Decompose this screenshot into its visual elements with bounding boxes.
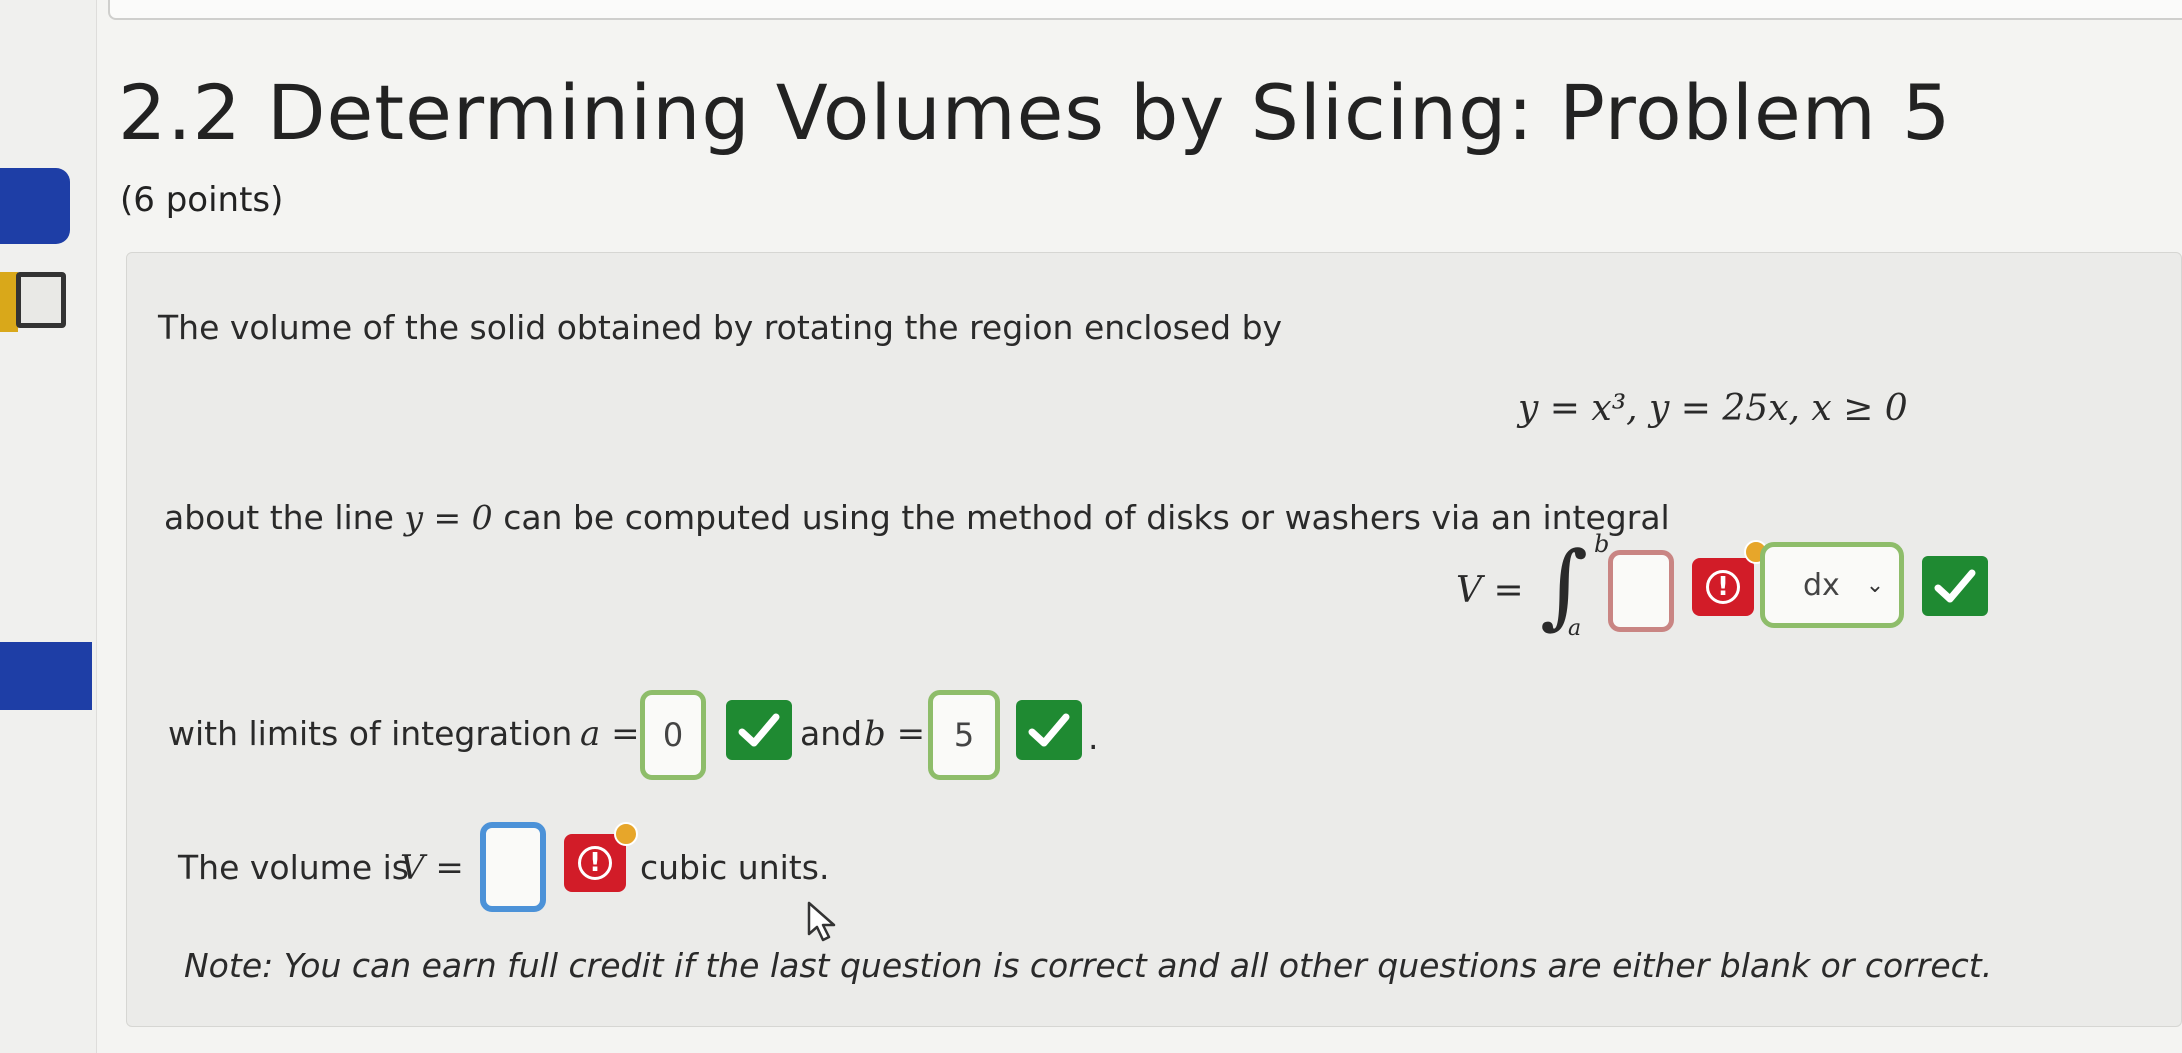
a-label: a = [580, 714, 640, 754]
chevron-down-icon: ⌄ [1865, 572, 1885, 598]
nav-button[interactable] [0, 168, 70, 244]
error-badge[interactable]: ! [1692, 558, 1754, 616]
about-prefix: about the line [164, 498, 394, 537]
volume-prefix: The volume is [178, 848, 409, 887]
volume-suffix: cubic units. [640, 848, 830, 887]
credit-note: Note: You can earn full credit if the la… [184, 946, 1993, 985]
correct-badge[interactable] [726, 700, 792, 760]
volume-input[interactable] [480, 822, 546, 912]
page-title: 2.2 Determining Volumes by Slicing: Prob… [118, 68, 1952, 157]
check-icon [1934, 569, 1976, 603]
about-math: y = 0 [404, 498, 493, 537]
nav-button[interactable] [0, 642, 92, 710]
upper-limit: b [1594, 530, 1610, 558]
correct-badge[interactable] [1016, 700, 1082, 760]
points-label: (6 points) [120, 180, 284, 220]
a-input[interactable]: 0 [640, 690, 706, 780]
differential-select[interactable]: dx ⌄ [1760, 542, 1904, 628]
region-equation: y = x³, y = 25x, x ≥ 0 [1518, 388, 1908, 429]
differential-value: dx [1803, 567, 1840, 603]
mouse-cursor-icon [807, 901, 836, 942]
left-rail [0, 0, 97, 1053]
check-icon [1028, 713, 1070, 747]
integral-lhs: V = [1456, 570, 1524, 611]
lower-limit: a [1568, 616, 1582, 641]
b-input[interactable]: 5 [928, 690, 1000, 780]
about-suffix: can be computed using the method of disk… [503, 498, 1670, 537]
exclamation-icon: ! [1706, 570, 1740, 604]
about-line-text: about the line y = 0 can be computed usi… [164, 498, 1670, 537]
and-text: and [800, 714, 863, 753]
check-icon [738, 713, 780, 747]
volume-label: V = [400, 848, 464, 888]
nav-button[interactable] [16, 272, 66, 328]
problem-box [126, 252, 2182, 1027]
correct-badge[interactable] [1922, 556, 1988, 616]
exclamation-icon: ! [578, 846, 612, 880]
top-toolbar [108, 0, 2182, 20]
integrand-input[interactable] [1608, 550, 1674, 632]
error-badge[interactable]: ! [564, 834, 626, 892]
period: . [1088, 718, 1099, 757]
notification-dot [614, 822, 638, 846]
limits-prefix: with limits of integration [168, 714, 573, 753]
problem-intro: The volume of the solid obtained by rota… [158, 308, 1283, 347]
b-label: b = [864, 714, 926, 754]
